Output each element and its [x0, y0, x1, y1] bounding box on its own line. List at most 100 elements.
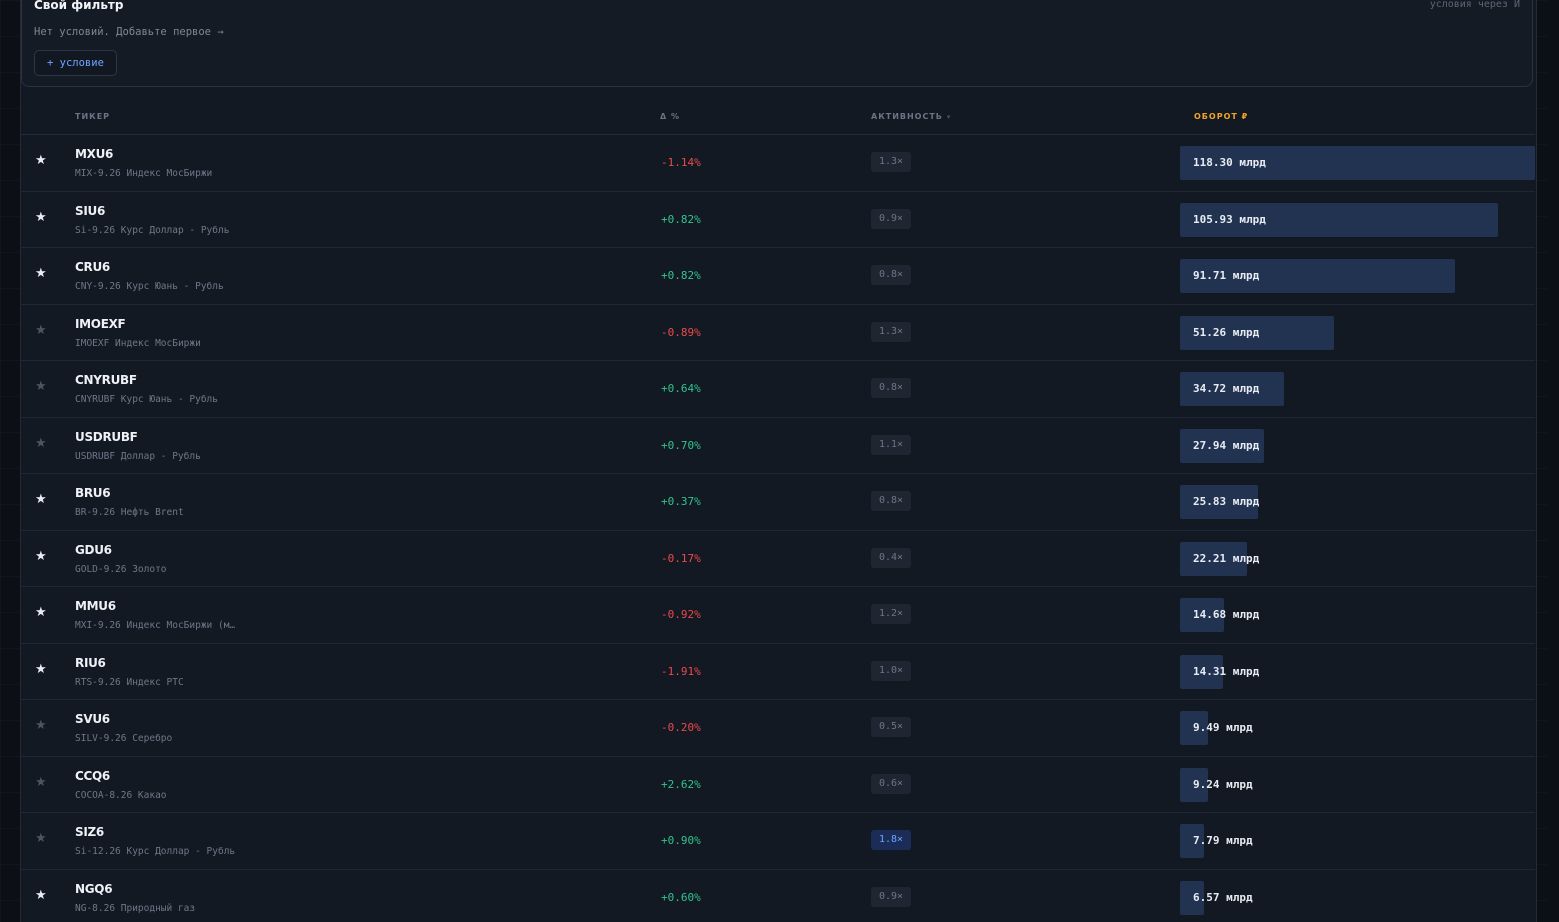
instrument-name: CNYRUBF Курс Юань - Рубль: [75, 394, 218, 405]
filter-title: Свой фильтр: [34, 0, 124, 12]
turnover-cell: 91.71 млрд: [1180, 259, 1535, 293]
column-header-change[interactable]: Δ %: [660, 112, 680, 121]
instrument-name: SILV-9.26 Серебро: [75, 733, 173, 744]
favorite-star-icon[interactable]: ★: [35, 436, 47, 451]
favorite-star-icon[interactable]: ★: [35, 832, 47, 846]
turnover-value: 25.83 млрд: [1193, 495, 1260, 508]
price-change: +0.90%: [661, 834, 701, 847]
price-change: -1.91%: [661, 664, 701, 678]
favorite-star-icon[interactable]: ★: [35, 493, 47, 507]
turnover-cell: 51.26 млрд: [1180, 315, 1535, 350]
instrument-name: Si-12.26 Курс Доллар - Рубль: [75, 846, 236, 857]
table-header: ТИКЕР Δ % АКТИВНОСТЬ ▾ ОБОРОТ ₽: [21, 100, 1535, 135]
column-header-ticker[interactable]: ТИКЕР: [75, 112, 110, 121]
turnover-cell: 22.21 млрд: [1180, 541, 1535, 576]
activity-badge: 0.4×: [871, 547, 912, 568]
favorite-star-icon[interactable]: ★: [35, 775, 47, 790]
turnover-cell: 118.30 млрд: [1180, 146, 1535, 180]
table-row[interactable]: ★ CCQ6 COCOA-8.26 Какао +2.62% 0.6× 9.24…: [21, 757, 1535, 813]
turnover-cell: 14.68 млрд: [1180, 598, 1535, 632]
price-change: +0.37%: [661, 495, 701, 508]
filter-hint: условия через И: [1429, 0, 1520, 10]
price-change: +0.64%: [661, 382, 701, 395]
table-row[interactable]: ★ CRU6 CNY-9.26 Курс Юань - Рубль +0.82%…: [21, 248, 1535, 305]
add-condition-button[interactable]: + условие: [34, 50, 117, 76]
table-row[interactable]: ★ SIU6 Si-9.26 Курс Доллар - Рубль +0.82…: [21, 192, 1535, 248]
column-header-activity[interactable]: АКТИВНОСТЬ ▾: [871, 112, 951, 121]
activity-badge: 1.3×: [871, 321, 912, 342]
favorite-star-icon[interactable]: ★: [35, 719, 47, 733]
instrument-name: CNY-9.26 Курс Юань - Рубль: [75, 281, 224, 292]
table-row[interactable]: ★ IMOEXF IMOEXF Индекс МосБиржи -0.89% 1…: [21, 305, 1535, 361]
turnover-cell: 9.24 млрд: [1180, 767, 1535, 802]
activity-badge: 0.8×: [871, 491, 912, 511]
price-change: +0.82%: [661, 212, 701, 226]
ticker-symbol: USDRUBF: [75, 429, 138, 444]
turnover-value: 14.68 млрд: [1193, 608, 1260, 621]
instrument-name: BR-9.26 Нефть Brent: [75, 507, 184, 518]
filter-empty-text: Нет условий. Добавьте первое →: [34, 26, 224, 38]
activity-badge: 0.5×: [871, 717, 912, 737]
price-change: -0.17%: [661, 551, 701, 565]
table-row[interactable]: ★ SVU6 SILV-9.26 Серебро -0.20% 0.5× 9.4…: [21, 700, 1535, 757]
ticker-symbol: MMU6: [75, 599, 116, 613]
table-row[interactable]: ★ MMU6 MXI-9.26 Индекс МосБиржи (м… -0.9…: [21, 587, 1535, 644]
favorite-star-icon[interactable]: ★: [35, 549, 47, 564]
favorite-star-icon[interactable]: ★: [35, 210, 47, 225]
table-row[interactable]: ★ NGQ6 NG-8.26 Природный газ +0.60% 0.9×…: [21, 870, 1535, 922]
instrument-name: MXI-9.26 Индекс МосБиржи (м…: [75, 620, 236, 631]
instrument-name: Si-9.26 Курс Доллар - Рубль: [75, 224, 230, 236]
activity-badge: 1.1×: [871, 434, 912, 455]
ticker-symbol: GDU6: [75, 542, 112, 557]
page-scrollbar[interactable]: [1547, 0, 1559, 922]
turnover-cell: 25.83 млрд: [1180, 485, 1535, 519]
activity-badge: 1.2×: [871, 604, 912, 624]
table-row[interactable]: ★ GDU6 GOLD-9.26 Золото -0.17% 0.4× 22.2…: [21, 531, 1535, 587]
turnover-cell: 6.57 млрд: [1180, 880, 1535, 915]
table-row[interactable]: ★ CNYRUBF CNYRUBF Курс Юань - Рубль +0.6…: [21, 361, 1535, 418]
price-change: -0.20%: [661, 721, 701, 734]
table-row[interactable]: ★ MXU6 MIX-9.26 Индекс МосБиржи -1.14% 1…: [21, 135, 1535, 192]
table-row[interactable]: ★ BRU6 BR-9.26 Нефть Brent +0.37% 0.8× 2…: [21, 474, 1535, 531]
turnover-cell: 9.49 млрд: [1180, 711, 1535, 745]
turnover-value: 6.57 млрд: [1193, 890, 1253, 904]
ticker-symbol: SIZ6: [75, 825, 104, 839]
favorite-star-icon[interactable]: ★: [35, 323, 47, 338]
table-row[interactable]: ★ SIZ6 Si-12.26 Курс Доллар - Рубль +0.9…: [21, 813, 1535, 870]
turnover-cell: 27.94 млрд: [1180, 428, 1535, 463]
turnover-value: 34.72 млрд: [1193, 382, 1260, 395]
favorite-star-icon[interactable]: ★: [35, 380, 47, 394]
price-change: -1.14%: [661, 156, 701, 169]
ticker-symbol: CNYRUBF: [75, 373, 137, 387]
favorite-star-icon[interactable]: ★: [35, 888, 47, 903]
instrument-name: COCOA-8.26 Какао: [75, 789, 167, 801]
favorite-star-icon[interactable]: ★: [35, 267, 47, 281]
turnover-value: 7.79 млрд: [1193, 834, 1253, 847]
price-change: -0.89%: [661, 325, 701, 339]
ticker-symbol: SVU6: [75, 712, 110, 726]
column-header-activity-label: АКТИВНОСТЬ: [871, 112, 943, 121]
table-row[interactable]: ★ RIU6 RTS-9.26 Индекс РТС -1.91% 1.0× 1…: [21, 644, 1535, 700]
ticker-symbol: BRU6: [75, 486, 111, 500]
turnover-cell: 34.72 млрд: [1180, 372, 1535, 406]
instrument-name: IMOEXF Индекс МосБиржи: [75, 337, 201, 349]
activity-badge: 0.9×: [871, 886, 912, 907]
ticker-symbol: IMOEXF: [75, 316, 126, 331]
activity-badge: 0.6×: [871, 773, 912, 794]
turnover-value: 27.94 млрд: [1193, 438, 1260, 452]
turnover-value: 9.24 млрд: [1193, 777, 1253, 791]
column-header-turnover[interactable]: ОБОРОТ ₽: [1194, 112, 1248, 121]
price-change: -0.92%: [661, 608, 701, 621]
instrument-name: RTS-9.26 Индекс РТС: [75, 676, 184, 688]
activity-badge: 0.9×: [871, 208, 912, 229]
favorite-star-icon[interactable]: ★: [35, 154, 47, 168]
activity-badge: 0.8×: [871, 378, 912, 398]
activity-badge: 1.3×: [871, 152, 912, 172]
turnover-value: 118.30 млрд: [1193, 156, 1266, 169]
ticker-symbol: SIU6: [75, 203, 106, 218]
turnover-value: 22.21 млрд: [1193, 551, 1260, 565]
table-row[interactable]: ★ USDRUBF USDRUBF Доллар - Рубль +0.70% …: [21, 418, 1535, 474]
turnover-value: 91.71 млрд: [1193, 269, 1260, 282]
favorite-star-icon[interactable]: ★: [35, 662, 47, 677]
favorite-star-icon[interactable]: ★: [35, 606, 47, 620]
